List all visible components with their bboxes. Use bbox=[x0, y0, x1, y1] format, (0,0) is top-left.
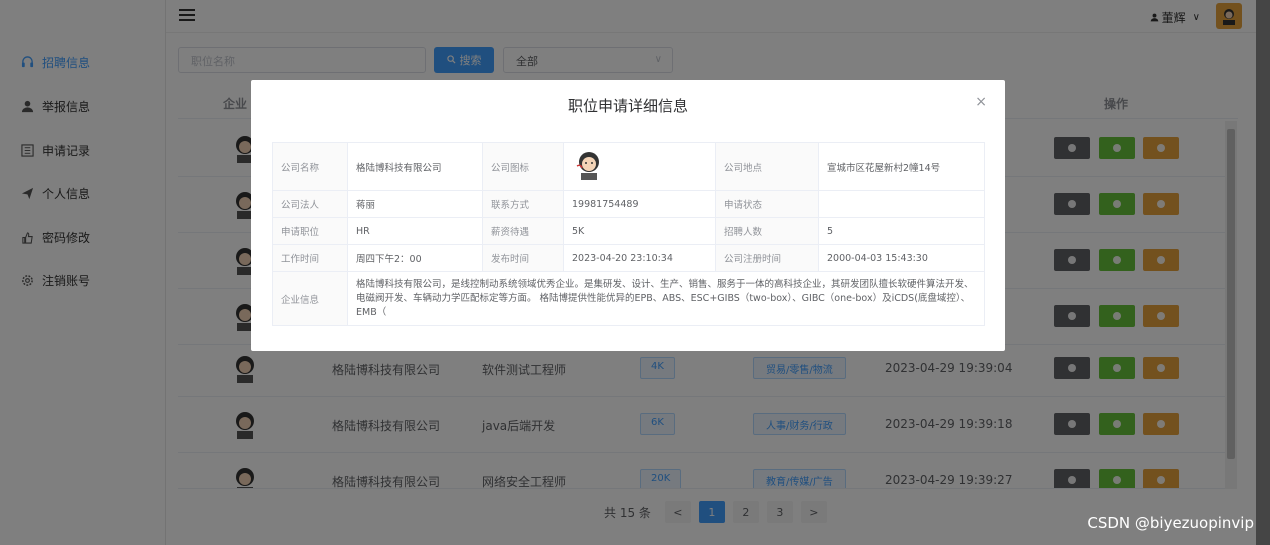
value-company-info: 格陆博科技有限公司，是线控制动系统领域优秀企业。是集研发、设计、生产、销售、服务… bbox=[347, 271, 985, 326]
value-company-location: 宣城市区花屋新村2幢14号 bbox=[818, 142, 985, 191]
label-publish-time: 发布时间 bbox=[482, 244, 564, 272]
value-company-logo bbox=[563, 142, 716, 191]
label-work-time: 工作时间 bbox=[272, 244, 348, 272]
label-apply-status: 申请状态 bbox=[715, 190, 819, 218]
label-register-time: 公司注册时间 bbox=[715, 244, 819, 272]
detail-table: 公司名称 格陆博科技有限公司 公司图标 公司地点 宣城市区花屋新村2幢14号 公… bbox=[272, 142, 985, 326]
label-company-name: 公司名称 bbox=[272, 142, 348, 191]
dialog-title: 职位申请详细信息 bbox=[567, 97, 688, 115]
label-salary: 薪资待遇 bbox=[482, 217, 564, 245]
value-headcount: 5 bbox=[818, 217, 985, 245]
label-headcount: 招聘人数 bbox=[715, 217, 819, 245]
label-company-location: 公司地点 bbox=[715, 142, 819, 191]
watermark: CSDN @biyezuopinvip bbox=[1087, 514, 1254, 532]
application-detail-dialog: 职位申请详细信息 × 公司名称 格陆博科技有限公司 公司图标 公司地点 宣城市区… bbox=[251, 80, 1005, 351]
label-contact: 联系方式 bbox=[482, 190, 564, 218]
value-publish-time: 2023-04-20 23:10:34 bbox=[563, 244, 716, 272]
value-apply-position: HR bbox=[347, 217, 483, 245]
value-legal-person: 蒋丽 bbox=[347, 190, 483, 218]
value-company-name: 格陆博科技有限公司 bbox=[347, 142, 483, 191]
value-work-time: 周四下午2：00 bbox=[347, 244, 483, 272]
label-apply-position: 申请职位 bbox=[272, 217, 348, 245]
value-salary: 5K bbox=[563, 217, 716, 245]
label-company-logo: 公司图标 bbox=[482, 142, 564, 191]
value-apply-status bbox=[818, 190, 985, 218]
close-icon[interactable]: × bbox=[975, 94, 987, 110]
label-company-info: 企业信息 bbox=[272, 271, 348, 326]
value-contact: 19981754489 bbox=[563, 190, 716, 218]
value-register-time: 2000-04-03 15:43:30 bbox=[818, 244, 985, 272]
label-legal-person: 公司法人 bbox=[272, 190, 348, 218]
company-logo bbox=[576, 152, 599, 180]
